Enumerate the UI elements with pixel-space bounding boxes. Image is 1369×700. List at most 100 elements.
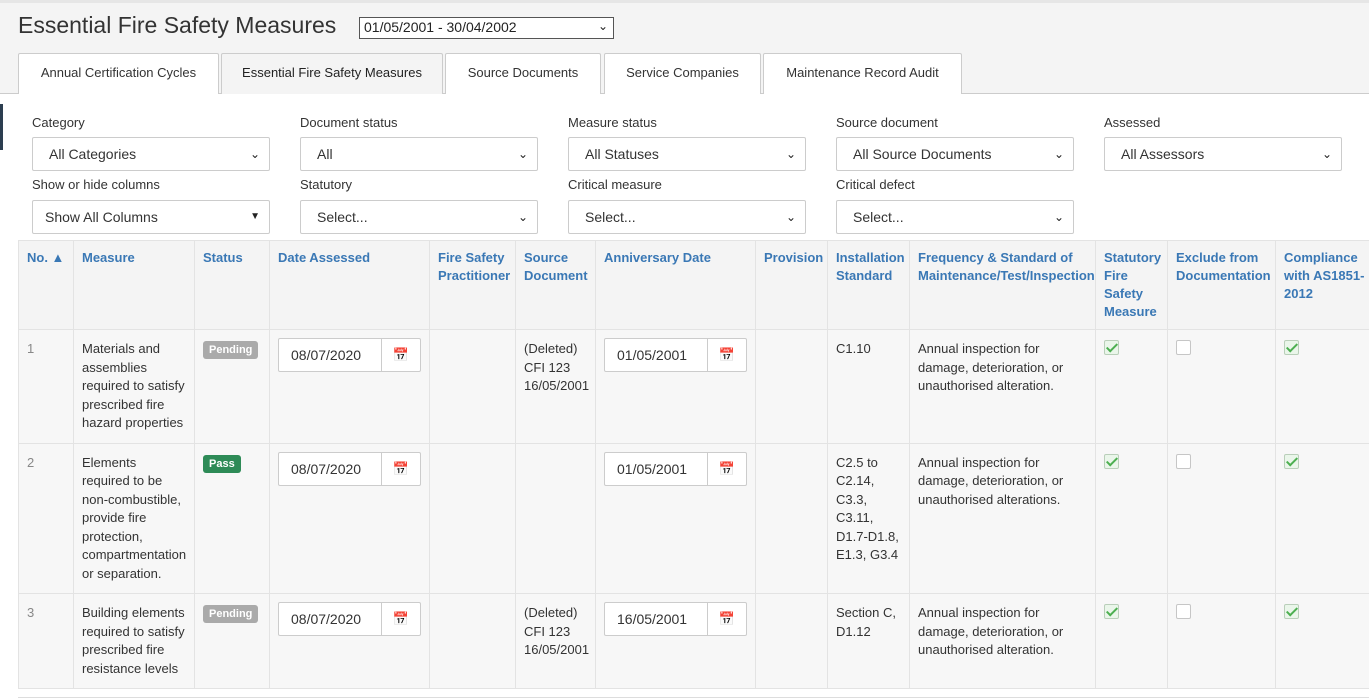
table-row: 3 Building elements required to satisfy …	[18, 593, 1369, 689]
date-assessed-field: 08/07/2020 📅	[278, 338, 421, 372]
tab-bar: Annual Certification Cycles Essential Fi…	[0, 45, 1369, 94]
date-assessed-input[interactable]: 08/07/2020	[279, 603, 382, 635]
calendar-icon[interactable]: 📅	[708, 603, 746, 635]
compliance-cell	[1275, 442, 1369, 594]
measure-status-label: Measure status	[568, 115, 657, 130]
measure-status-select[interactable]: All Statuses ⌄	[568, 137, 806, 171]
compliance-cell	[1275, 593, 1369, 689]
critical-measure-select[interactable]: Select... ⌄	[568, 200, 806, 234]
anniversary-date-input[interactable]: 16/05/2001	[605, 603, 708, 635]
installation-standard-cell: C2.5 to C2.14, C3.3, C3.11, D1.7-D1.8, E…	[827, 442, 910, 594]
exclude-checkbox[interactable]	[1176, 604, 1191, 619]
practitioner-cell	[429, 442, 516, 594]
chevron-down-icon: ⌄	[785, 147, 796, 161]
measure-cell: Elements required to be non-combustible,…	[73, 442, 195, 594]
column-header-no[interactable]: No. ▲	[18, 240, 74, 330]
chevron-down-icon: ⌄	[597, 19, 608, 33]
anniversary-date-field: 16/05/2001 📅	[604, 602, 747, 636]
statutory-checkbox[interactable]	[1104, 340, 1119, 355]
column-header-anniversary-date[interactable]: Anniversary Date	[595, 240, 756, 330]
column-header-frequency[interactable]: Frequency & Standard of Maintenance/Test…	[909, 240, 1096, 330]
chevron-down-icon: ⌄	[517, 210, 528, 224]
period-select-value: 01/05/2001 - 30/04/2002	[364, 19, 517, 35]
anniversary-date-field: 01/05/2001 📅	[604, 451, 747, 486]
measures-table: No. ▲ Measure Status Date Assessed Fire …	[18, 240, 1369, 689]
column-header-exclude[interactable]: Exclude from Documentation	[1167, 240, 1276, 330]
column-header-date-assessed[interactable]: Date Assessed	[269, 240, 430, 330]
columns-select-value: Show All Columns	[45, 209, 158, 225]
statutory-select[interactable]: Select... ⌄	[300, 200, 538, 234]
anniversary-date-cell: 16/05/2001 📅	[595, 593, 756, 689]
assessed-select-value: All Assessors	[1121, 146, 1205, 162]
critical-measure-label: Critical measure	[568, 177, 662, 192]
column-header-measure[interactable]: Measure	[73, 240, 195, 330]
calendar-icon[interactable]: 📅	[708, 339, 746, 371]
compliance-checkbox[interactable]	[1284, 604, 1299, 619]
compliance-checkbox[interactable]	[1284, 340, 1299, 355]
chevron-down-icon: ⌄	[1053, 147, 1064, 161]
source-document-select-value: All Source Documents	[853, 146, 992, 162]
assessed-select[interactable]: All Assessors ⌄	[1104, 137, 1342, 171]
date-assessed-input[interactable]: 08/07/2020	[279, 339, 382, 371]
page-title: Essential Fire Safety Measures	[18, 12, 337, 38]
status-cell: Pass	[194, 442, 270, 594]
period-select[interactable]: 01/05/2001 - 30/04/2002 ⌄	[359, 17, 614, 39]
measures-table-container: No. ▲ Measure Status Date Assessed Fire …	[18, 240, 1369, 689]
measure-cell: Building elements required to satisfy pr…	[73, 593, 195, 689]
statutory-cell	[1095, 442, 1168, 594]
provision-cell	[755, 593, 828, 689]
installation-standard-cell: C1.10	[827, 329, 910, 444]
exclude-checkbox[interactable]	[1176, 453, 1191, 469]
date-assessed-input[interactable]: 08/07/2020	[279, 452, 382, 485]
table-header-row: No. ▲ Measure Status Date Assessed Fire …	[18, 240, 1369, 330]
tab-annual-certification-cycles[interactable]: Annual Certification Cycles	[18, 53, 219, 94]
calendar-icon[interactable]: 📅	[708, 453, 746, 485]
assessed-label: Assessed	[1104, 115, 1161, 130]
chevron-down-icon: ⌄	[1321, 147, 1332, 161]
column-header-compliance[interactable]: Compliance with AS1851-2012	[1275, 240, 1369, 330]
tab-service-companies[interactable]: Service Companies	[604, 53, 761, 94]
calendar-icon[interactable]: 📅	[382, 453, 420, 485]
anniversary-date-cell: 01/05/2001 📅	[595, 329, 756, 444]
source-document-label: Source document	[836, 115, 938, 130]
column-header-provision[interactable]: Provision	[755, 240, 828, 330]
column-header-status[interactable]: Status	[194, 240, 270, 330]
tab-maintenance-record-audit[interactable]: Maintenance Record Audit	[763, 53, 962, 94]
source-document-select[interactable]: All Source Documents ⌄	[836, 137, 1074, 171]
row-number: 3	[18, 593, 74, 689]
column-header-installation-standard[interactable]: Installation Standard	[827, 240, 910, 330]
columns-select[interactable]: Show All Columns ▼	[32, 200, 270, 234]
column-header-statutory[interactable]: Statutory Fire Safety Measure	[1095, 240, 1168, 330]
statutory-checkbox[interactable]	[1104, 453, 1119, 469]
critical-defect-select[interactable]: Select... ⌄	[836, 200, 1074, 234]
status-cell: Pending	[194, 593, 270, 689]
side-accent	[0, 104, 3, 150]
anniversary-date-input[interactable]: 01/05/2001	[605, 452, 708, 485]
date-assessed-field: 08/07/2020 📅	[278, 602, 421, 636]
chevron-down-icon: ⌄	[517, 147, 528, 161]
anniversary-date-cell: 01/05/2001 📅	[595, 442, 756, 594]
calendar-icon[interactable]: 📅	[382, 339, 420, 371]
calendar-icon[interactable]: 📅	[382, 603, 420, 635]
top-bar: Essential Fire Safety Measures 01/05/200…	[0, 0, 1369, 45]
source-document-cell: (Deleted) CFI 123 16/05/2001	[515, 329, 596, 444]
table-row: 2 Elements required to be non-combustibl…	[18, 442, 1369, 594]
date-assessed-cell: 08/07/2020 📅	[269, 442, 430, 594]
statutory-checkbox[interactable]	[1104, 604, 1119, 619]
category-select[interactable]: All Categories ⌄	[32, 137, 270, 171]
compliance-checkbox[interactable]	[1284, 453, 1299, 469]
document-status-select[interactable]: All ⌄	[300, 137, 538, 171]
chevron-down-icon: ⌄	[785, 210, 796, 224]
compliance-cell	[1275, 329, 1369, 444]
table-row: 1 Materials and assemblies required to s…	[18, 329, 1369, 444]
anniversary-date-input[interactable]: 01/05/2001	[605, 339, 708, 371]
tab-essential-fire-safety-measures[interactable]: Essential Fire Safety Measures	[221, 53, 443, 94]
critical-measure-select-value: Select...	[585, 209, 636, 225]
exclude-checkbox[interactable]	[1176, 340, 1191, 355]
column-header-source-document[interactable]: Source Document	[515, 240, 596, 330]
frequency-cell: Annual inspection for damage, deteriorat…	[909, 442, 1096, 594]
measure-status-select-value: All Statuses	[585, 146, 659, 162]
divider	[18, 697, 1369, 698]
tab-source-documents[interactable]: Source Documents	[445, 53, 601, 94]
column-header-practitioner[interactable]: Fire Safety Practitioner	[429, 240, 516, 330]
